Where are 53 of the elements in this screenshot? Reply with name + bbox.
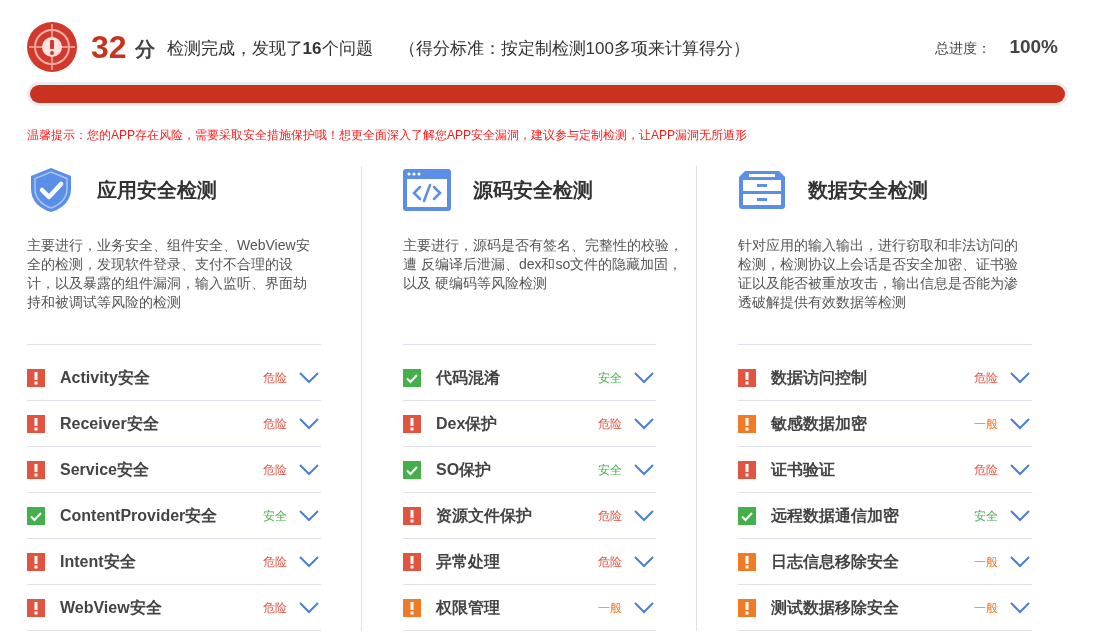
alert-target-icon (27, 22, 77, 72)
status-label: 一般 (974, 553, 998, 571)
check-item-label: SO保护 (436, 459, 492, 480)
summary-text: 检测完成，发现了16个问题 (166, 38, 373, 61)
check-item-label: 证书验证 (771, 459, 835, 480)
check-item-label: Intent安全 (60, 551, 136, 572)
status-label: 危险 (263, 553, 287, 571)
status-label: 一般 (598, 599, 622, 617)
status-label: 危险 (263, 415, 287, 433)
code-window-icon (403, 169, 451, 211)
status-label: 危险 (263, 599, 287, 617)
section-description: 主要进行，业务安全、组件安全、WebView安全的检测，发现软件登录、支付不合理的设计，以及暴露的组件漏洞，输入监听、界面劫持和被调试等风险的检测 (27, 236, 311, 312)
section-title: 应用安全检测 (97, 178, 217, 203)
status-label: 危险 (598, 553, 622, 571)
score-value: 32 (91, 31, 127, 63)
check-item-label: 代码混淆 (436, 367, 500, 388)
status-label: 安全 (598, 461, 622, 479)
status-label: 安全 (263, 507, 287, 525)
section-description: 主要进行，源码是否有签名、完整性的校验，遭 反编译后泄漏、dex和so文件的隐藏加固，以及 硬编码等风险检测 (403, 236, 684, 293)
status-label: 一般 (974, 599, 998, 617)
warning-tip: 温馨提示：您的APP存在风险，需要采取安全措施保护哦！想更全面深入了解您APP安全漏洞，建议参与定制检测，让APP漏洞无所遁形 (27, 127, 749, 144)
status-label: 危险 (263, 369, 287, 387)
drawer-cabinet-icon (739, 171, 785, 209)
check-item-label: 敏感数据加密 (771, 413, 867, 434)
check-item-label: 远程数据通信加密 (771, 505, 899, 526)
score-standard-text: （得分标准：按定制检测100多项来计算得分） (398, 38, 750, 61)
status-label: 危险 (263, 461, 287, 479)
section-title: 数据安全检测 (808, 178, 928, 203)
progress-value: 100% (1009, 34, 1058, 59)
status-label: 危险 (974, 461, 998, 479)
status-label: 危险 (598, 415, 622, 433)
check-item-label: 日志信息移除安全 (771, 551, 899, 572)
check-item-label: WebView安全 (60, 597, 162, 618)
check-item-label: ContentProvider安全 (60, 505, 218, 526)
check-item-label: 数据访问控制 (771, 367, 867, 388)
status-label: 安全 (974, 507, 998, 525)
check-item-label: 权限管理 (436, 597, 500, 618)
section-title: 源码安全检测 (473, 178, 593, 203)
section-description: 针对应用的输入输出，进行窃取和非法访问的检测，检测协议上会话是否安全加密、证书验证以及能否被重放攻击，输出信息是否能为渗透破解提供有效数据等检测 (738, 236, 1019, 312)
status-label: 危险 (598, 507, 622, 525)
status-label: 安全 (598, 369, 622, 387)
check-item-label: 异常处理 (436, 551, 500, 572)
check-item-label: 资源文件保护 (436, 505, 532, 526)
progress-label: 总进度： (935, 38, 992, 58)
check-item-label: 测试数据移除安全 (771, 597, 899, 618)
check-item-label: Dex保护 (436, 413, 498, 434)
status-label: 一般 (974, 415, 998, 433)
check-item-label: Receiver安全 (60, 413, 159, 434)
shield-check-icon (29, 167, 73, 213)
status-label: 危险 (974, 369, 998, 387)
check-item-label: Activity安全 (60, 367, 150, 388)
score-unit: 分 (134, 37, 155, 62)
check-item-label: Service安全 (60, 459, 149, 480)
